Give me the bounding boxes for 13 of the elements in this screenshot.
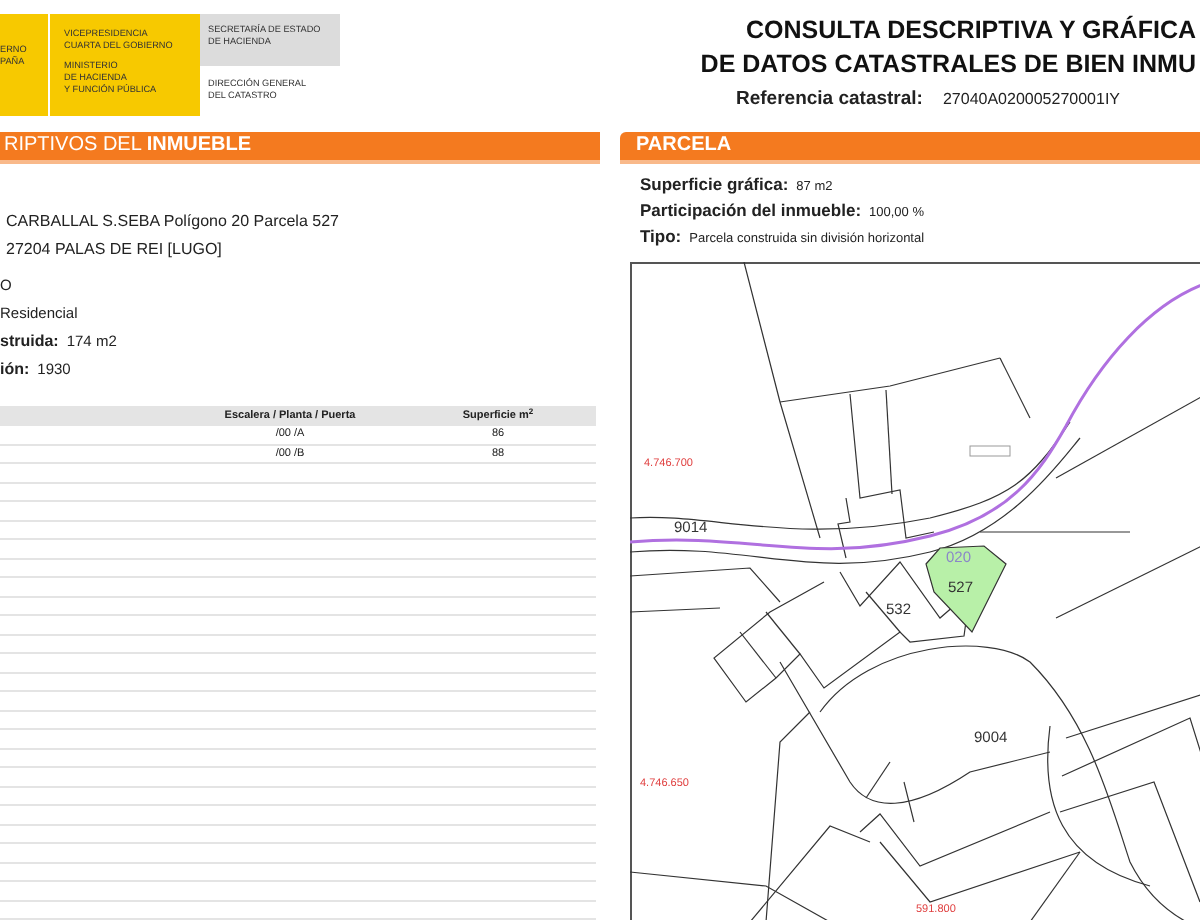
section-header: PARCELA	[620, 132, 1200, 164]
reference-label: Referencia catastral:	[736, 88, 923, 110]
address-text: CARBALLAL S.SEBA Polígono 20 Parcela 527	[6, 212, 341, 230]
field-label: ión:	[0, 360, 30, 378]
field-label: Participación del inmueble:	[640, 200, 862, 220]
reference-value: 27040A020005270001IY	[942, 90, 1120, 108]
field-label: Tipo:	[640, 226, 682, 246]
field-label: Superficie gráfica:	[640, 174, 789, 194]
document-title: DE DATOS CATASTRALES DE BIEN INMU	[700, 48, 1196, 82]
address-text: 27204 PALAS DE REI [LUGO]	[6, 240, 224, 258]
section-header: RIPTIVOS DEL INMUEBLE	[0, 132, 600, 164]
document-title: CONSULTA DESCRIPTIVA Y GRÁFICA	[745, 14, 1196, 48]
field-label: struida:	[0, 332, 59, 350]
